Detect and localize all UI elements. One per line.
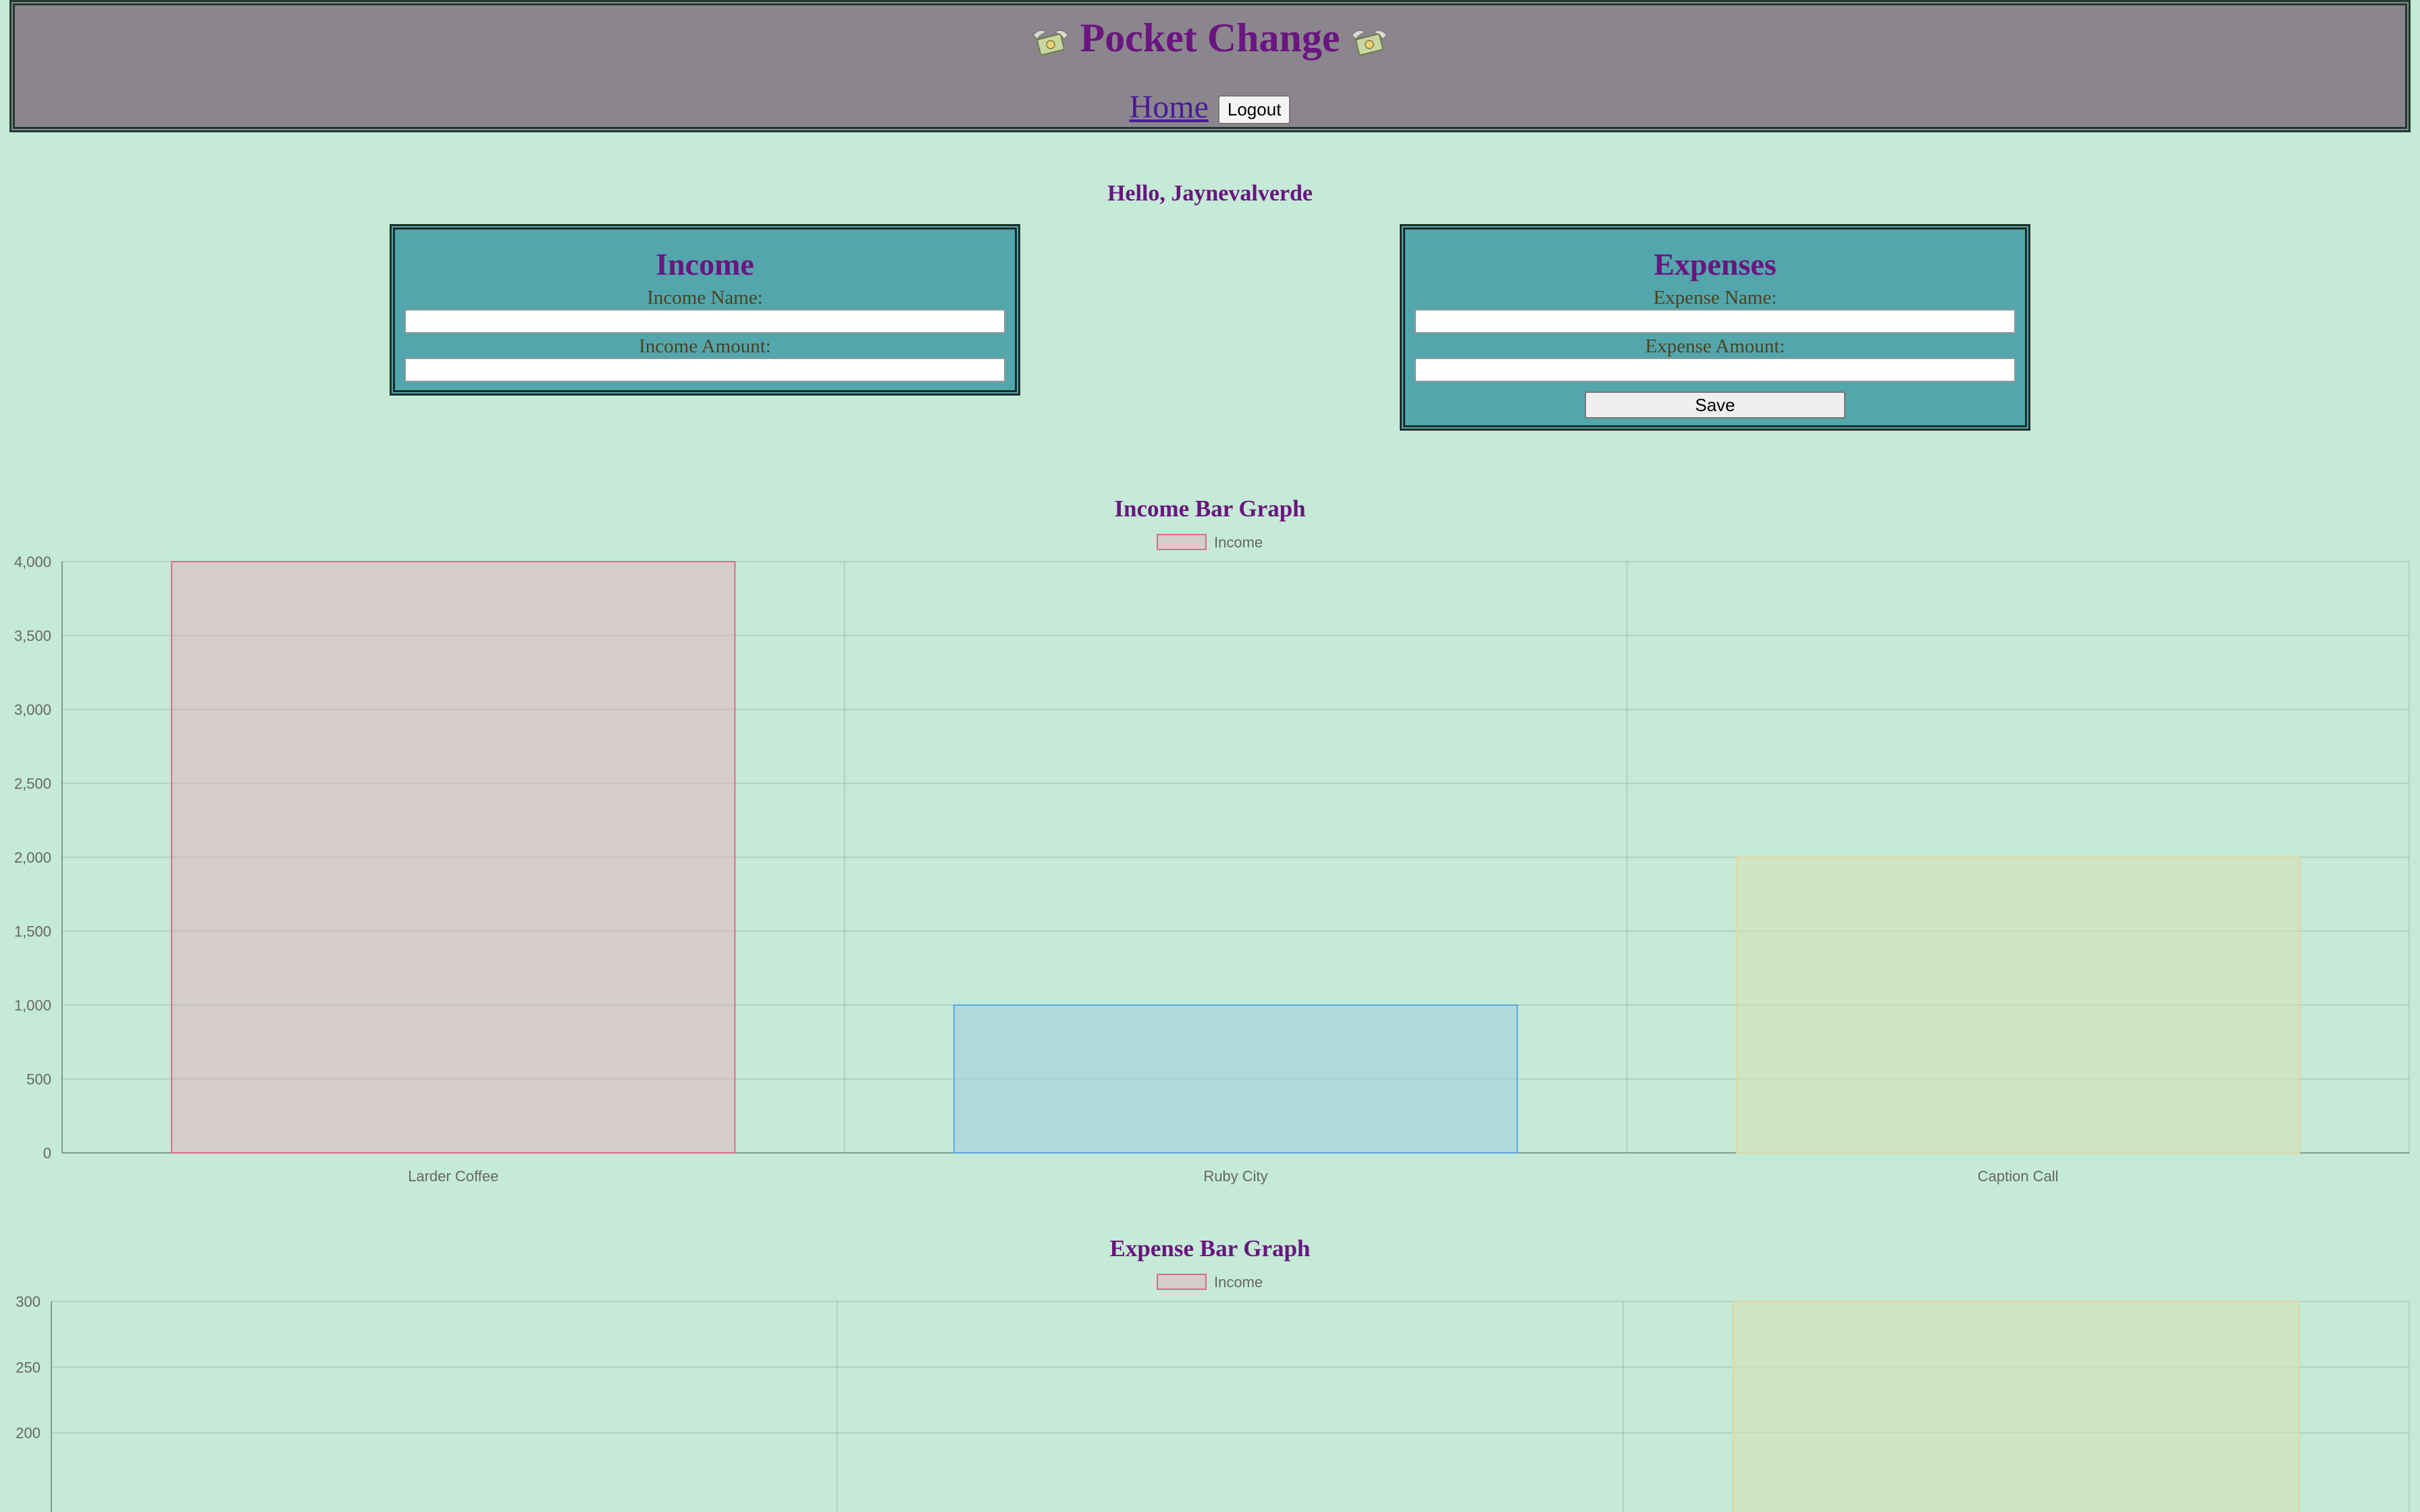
expense-amount-label: Expense Amount: bbox=[1645, 335, 1785, 357]
y-tick-label: 2,000 bbox=[14, 849, 51, 866]
app-title-text: Pocket Change bbox=[1080, 16, 1340, 60]
y-tick-label: 300 bbox=[16, 1293, 41, 1310]
income-name-input[interactable] bbox=[404, 309, 1005, 333]
legend-swatch bbox=[1157, 1274, 1207, 1290]
bar bbox=[171, 561, 736, 1154]
legend-label: Income bbox=[1214, 534, 1263, 551]
y-tick-label: 1,500 bbox=[14, 923, 51, 940]
income-chart-title: Income Bar Graph bbox=[1114, 495, 1306, 522]
y-tick-label: 2,500 bbox=[14, 776, 51, 792]
main-nav: Home Logout bbox=[15, 85, 2405, 128]
expense-chart-title: Expense Bar Graph bbox=[1109, 1235, 1311, 1262]
income-panel-title: Income bbox=[656, 247, 754, 281]
y-tick-label: 3,000 bbox=[14, 701, 51, 718]
y-tick-label: 4,000 bbox=[14, 554, 51, 570]
x-tick-label: Ruby City bbox=[1203, 1168, 1267, 1185]
y-tick-label: 200 bbox=[16, 1425, 41, 1442]
income-name-label: Income Name: bbox=[647, 287, 763, 308]
y-tick-label: 3,500 bbox=[14, 628, 51, 645]
expense-amount-input[interactable] bbox=[1415, 358, 2016, 382]
income-amount-input[interactable] bbox=[404, 358, 1005, 382]
expense-panel: Expenses Expense Name: Expense Amount: S… bbox=[1400, 224, 2030, 431]
income-amount-label: Income Amount: bbox=[639, 335, 771, 357]
expense-bar-chart: Income 200 250 300 bbox=[16, 1274, 2410, 1512]
save-button[interactable]: Save bbox=[1585, 392, 1845, 418]
y-tick-label: 0 bbox=[43, 1145, 51, 1162]
y-tick-label: 1,000 bbox=[14, 997, 51, 1014]
logout-button[interactable]: Logout bbox=[1217, 94, 1291, 124]
expense-name-label: Expense Name: bbox=[1653, 287, 1777, 308]
y-tick-label: 250 bbox=[16, 1359, 41, 1376]
income-panel: Income Income Name: Income Amount: bbox=[390, 224, 1020, 396]
legend-label: Income bbox=[1214, 1274, 1263, 1291]
expense-name-input[interactable] bbox=[1415, 309, 2016, 333]
x-tick-label: Larder Coffee bbox=[408, 1168, 498, 1185]
greeting: Hello, Jaynevalverde bbox=[1107, 181, 1313, 206]
expense-panel-title: Expenses bbox=[1654, 247, 1777, 281]
y-tick-label: 500 bbox=[26, 1071, 51, 1088]
legend-swatch bbox=[1157, 534, 1207, 550]
home-link[interactable]: Home bbox=[1130, 88, 1209, 126]
bar bbox=[1735, 857, 2300, 1154]
money-with-wings-icon bbox=[1351, 30, 1388, 56]
bar bbox=[1732, 1301, 2300, 1512]
x-tick-label: Caption Call bbox=[1978, 1168, 2059, 1185]
bar bbox=[953, 1004, 1519, 1154]
income-bar-chart: Income 0 500 1,000 1,500 2,000 2,500 3,000 3,500… bbox=[14, 534, 2410, 1185]
app-title: Pocket Change bbox=[15, 11, 2405, 65]
money-with-wings-icon bbox=[1032, 30, 1069, 56]
app-header: Pocket Change Home Logout bbox=[9, 0, 2411, 132]
